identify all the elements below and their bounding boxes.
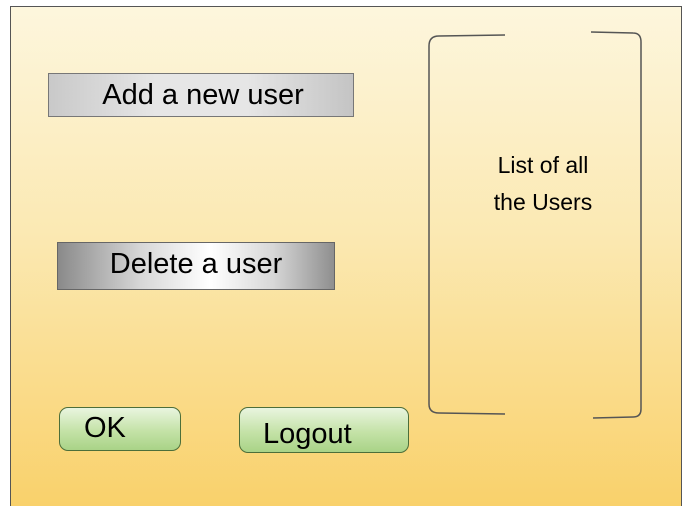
user-list-label-line-2: the Users <box>493 189 593 215</box>
user-list-left-bracket <box>428 34 506 415</box>
user-management-panel: Add a new user Delete a user OK Logout L… <box>10 6 682 506</box>
logout-button[interactable]: Logout <box>239 407 409 453</box>
user-list-label: List of all the Users <box>463 147 623 221</box>
delete-user-button[interactable]: Delete a user <box>57 242 335 290</box>
ok-button[interactable]: OK <box>59 407 181 451</box>
user-list-label-line-1: List of all <box>497 152 589 178</box>
user-list-bracket <box>428 31 642 419</box>
user-list-box[interactable]: List of all the Users <box>427 31 645 425</box>
add-user-button[interactable]: Add a new user <box>48 73 354 117</box>
user-list-right-bracket <box>590 31 642 419</box>
